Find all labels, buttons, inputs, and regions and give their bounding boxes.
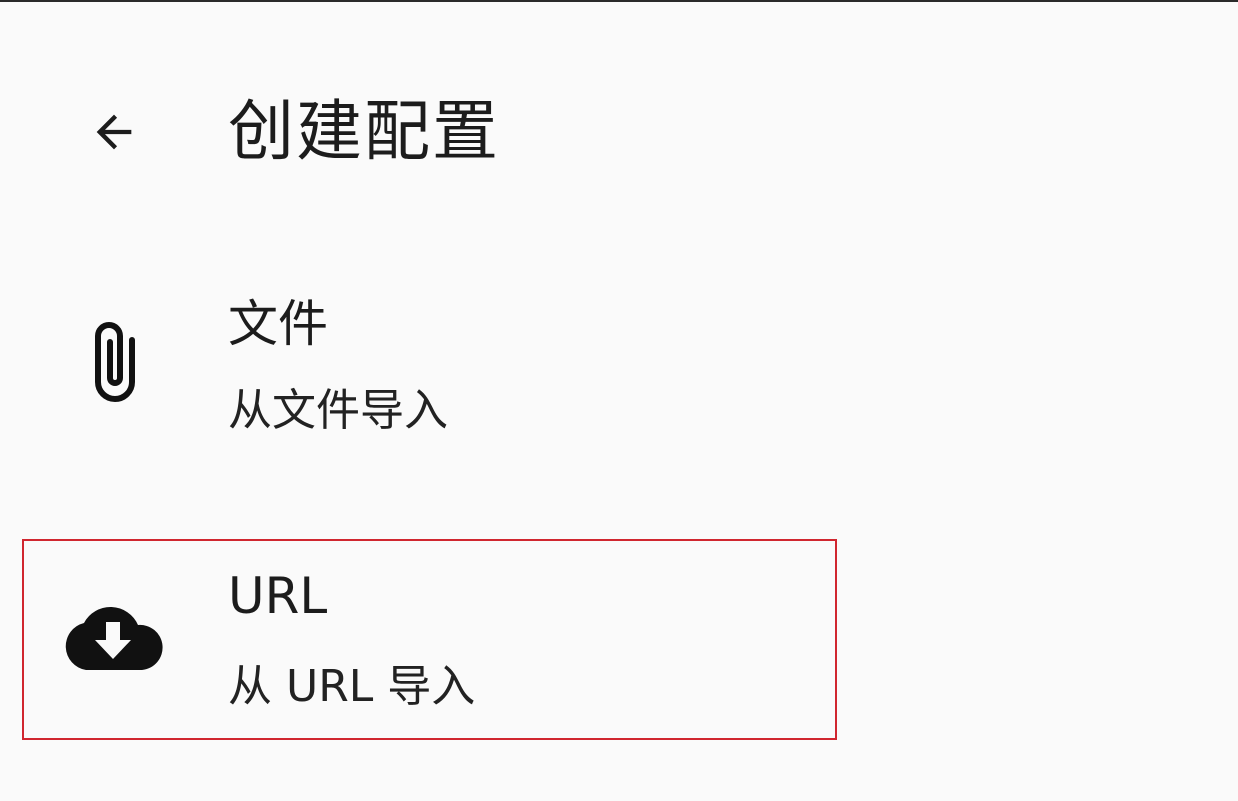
item-subtitle: 从文件导入 — [228, 385, 448, 436]
app-bar: 创建配置 — [0, 0, 1238, 250]
arrow-left-icon — [96, 114, 132, 150]
cloud-download-icon — [65, 607, 163, 670]
paperclip-icon — [95, 322, 135, 402]
item-title: 文件 — [228, 295, 328, 353]
item-subtitle: 从 URL 导入 — [228, 661, 476, 712]
import-from-file-item[interactable]: 文件 从文件导入 — [0, 276, 1238, 466]
item-title: URL — [228, 567, 328, 625]
page-title: 创建配置 — [228, 93, 500, 170]
import-from-url-item[interactable]: URL 从 URL 导入 — [0, 540, 1238, 739]
back-button[interactable] — [72, 90, 156, 174]
